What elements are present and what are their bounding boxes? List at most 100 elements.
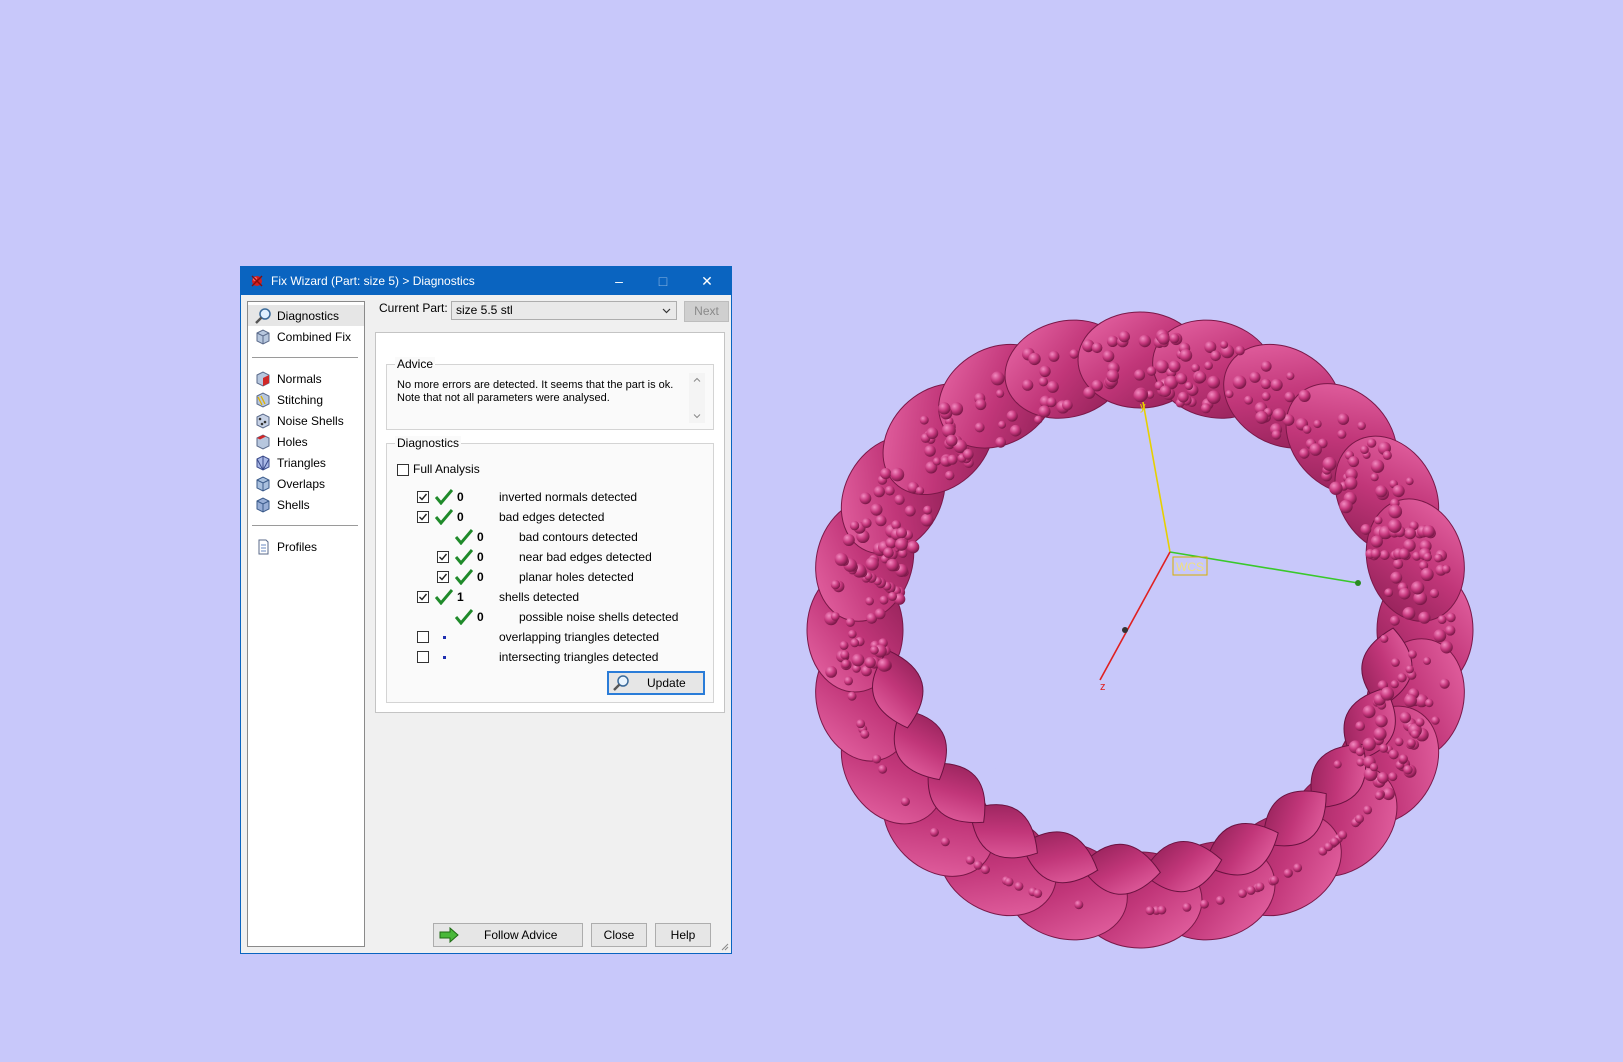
advice-line: No more errors are detected. It seems th… bbox=[397, 379, 674, 391]
diagnostic-count: 0 bbox=[477, 570, 484, 584]
sidebar-item-label: Profiles bbox=[277, 539, 318, 554]
diagnostic-checkbox[interactable] bbox=[417, 511, 429, 523]
sidebar-item-normals[interactable]: Normals bbox=[248, 368, 364, 389]
status-dot-icon bbox=[443, 656, 446, 659]
advice-scrollbar[interactable] bbox=[689, 373, 705, 423]
diagnostic-count: 0 bbox=[457, 510, 464, 524]
diagnostic-label: possible noise shells detected bbox=[519, 610, 679, 624]
advice-line: Note that not all parameters were analys… bbox=[397, 392, 610, 404]
sidebar-item-shells[interactable]: Shells bbox=[248, 494, 364, 515]
update-button[interactable]: Update bbox=[607, 671, 705, 695]
sidebar-item-holes[interactable]: Holes bbox=[248, 431, 364, 452]
diagnostic-row: 0 near bad edges detected bbox=[387, 548, 707, 568]
checkmark-icon bbox=[439, 553, 448, 561]
noise-shells-icon bbox=[256, 412, 270, 429]
diagnostic-row: 1 shells detected bbox=[387, 588, 707, 608]
current-part-value: size 5.5 stl bbox=[456, 303, 513, 317]
help-button[interactable]: Help bbox=[655, 923, 711, 947]
diagnostic-row: 0 planar holes detected bbox=[387, 568, 707, 588]
close-button[interactable]: Close bbox=[591, 923, 647, 947]
diagnostic-count: 1 bbox=[457, 590, 464, 604]
full-analysis-checkbox[interactable] bbox=[397, 464, 409, 476]
diagnostic-label: intersecting triangles detected bbox=[499, 650, 659, 664]
sidebar-item-overlaps[interactable]: Overlaps bbox=[248, 473, 364, 494]
resize-grip-icon[interactable] bbox=[719, 941, 729, 951]
chevron-down-icon[interactable] bbox=[693, 412, 701, 420]
diagnostic-checkbox[interactable] bbox=[417, 491, 429, 503]
diagnostic-row: intersecting triangles detected bbox=[387, 648, 707, 668]
sidebar-item-combined-fix[interactable]: Combined Fix bbox=[248, 326, 364, 347]
current-part-select[interactable]: size 5.5 stl bbox=[451, 301, 677, 320]
follow-advice-label: Follow Advice bbox=[484, 928, 558, 942]
green-check-icon bbox=[435, 489, 453, 505]
diagnostic-checkbox[interactable] bbox=[437, 551, 449, 563]
advice-text: No more errors are detected. It seems th… bbox=[397, 379, 687, 405]
sidebar-item-triangles[interactable]: Triangles bbox=[248, 452, 364, 473]
document-icon bbox=[258, 539, 269, 554]
sidebar-item-stitching[interactable]: Stitching bbox=[248, 389, 364, 410]
green-check-icon bbox=[455, 569, 473, 585]
diagnostic-label: overlapping triangles detected bbox=[499, 630, 660, 644]
diagnostic-count: 0 bbox=[457, 490, 464, 504]
fix-wizard-dialog: Fix Wizard (Part: size 5) > Diagnostics … bbox=[240, 266, 732, 954]
full-analysis-label: Full Analysis bbox=[413, 462, 480, 476]
wizard-sidebar: Diagnostics Combined Fix Normals Stitchi… bbox=[247, 301, 365, 947]
sidebar-item-profiles[interactable]: Profiles bbox=[248, 536, 364, 557]
diagnostic-checkbox[interactable] bbox=[417, 631, 429, 643]
checkmark-icon bbox=[439, 573, 448, 581]
advice-group: Advice No more errors are detected. It s… bbox=[386, 357, 714, 430]
status-dot-icon bbox=[443, 636, 446, 639]
close-window-button[interactable]: ✕ bbox=[685, 267, 729, 295]
sidebar-item-label: Normals bbox=[277, 371, 322, 386]
diagnostic-count: 0 bbox=[477, 530, 484, 544]
diagnostic-label: shells detected bbox=[499, 590, 580, 604]
y-axis-label: y bbox=[1140, 401, 1146, 413]
normals-cube-icon bbox=[256, 370, 270, 387]
sidebar-item-label: Noise Shells bbox=[277, 413, 344, 428]
next-button[interactable]: Next bbox=[684, 301, 729, 322]
diagnostic-row: 0 possible noise shells detected bbox=[387, 608, 707, 628]
z-axis-label: z bbox=[1100, 681, 1106, 693]
sidebar-item-label: Overlaps bbox=[277, 476, 326, 491]
cube-icon bbox=[256, 328, 270, 345]
chevron-up-icon[interactable] bbox=[693, 376, 701, 384]
sidebar-item-label: Shells bbox=[277, 497, 310, 512]
checkmark-icon bbox=[419, 493, 428, 501]
diagnostic-label: inverted normals detected bbox=[499, 490, 638, 504]
current-part-label: Current Part: bbox=[379, 301, 448, 315]
diagnostic-count: 0 bbox=[477, 550, 484, 564]
diagnostics-group-label: Diagnostics bbox=[395, 436, 462, 450]
sidebar-item-noise-shells[interactable]: Noise Shells bbox=[248, 410, 364, 431]
diagnostic-label: bad contours detected bbox=[519, 530, 638, 544]
magnifier-icon bbox=[613, 675, 629, 691]
update-label: Update bbox=[647, 676, 686, 690]
diagnostic-checkbox[interactable] bbox=[417, 651, 429, 663]
sidebar-item-diagnostics[interactable]: Diagnostics bbox=[248, 305, 364, 326]
maximize-button[interactable]: □ bbox=[641, 267, 685, 295]
sidebar-divider bbox=[252, 525, 358, 526]
green-check-icon bbox=[455, 609, 473, 625]
diagnostic-label: near bad edges detected bbox=[519, 550, 652, 564]
diagnostic-row: overlapping triangles detected bbox=[387, 628, 707, 648]
diagnostic-row: 0 inverted normals detected bbox=[387, 488, 707, 508]
chevron-down-icon bbox=[662, 308, 671, 314]
wcs-label: WCS bbox=[1176, 560, 1204, 574]
diagnostic-checkbox[interactable] bbox=[437, 571, 449, 583]
diagnostics-group: Diagnostics Full Analysis 0 inverted norm… bbox=[386, 436, 714, 703]
triangles-icon bbox=[256, 454, 270, 471]
sidebar-item-label: Holes bbox=[277, 434, 308, 449]
green-check-icon bbox=[435, 509, 453, 525]
stitching-icon bbox=[256, 391, 270, 408]
sidebar-item-label: Diagnostics bbox=[277, 308, 340, 323]
title-bar[interactable]: Fix Wizard (Part: size 5) > Diagnostics … bbox=[241, 267, 731, 295]
follow-advice-button[interactable]: Follow Advice bbox=[433, 923, 583, 947]
holes-icon bbox=[256, 433, 270, 450]
green-check-icon bbox=[455, 549, 473, 565]
diagnostic-checkbox[interactable] bbox=[417, 591, 429, 603]
advice-group-label: Advice bbox=[395, 357, 436, 371]
minimize-button[interactable]: – bbox=[597, 267, 641, 295]
diagnostic-count: 0 bbox=[477, 610, 484, 624]
window-title: Fix Wizard (Part: size 5) > Diagnostics bbox=[271, 274, 475, 288]
diagnostics-panel: Advice No more errors are detected. It s… bbox=[375, 332, 725, 713]
checkmark-icon bbox=[419, 593, 428, 601]
